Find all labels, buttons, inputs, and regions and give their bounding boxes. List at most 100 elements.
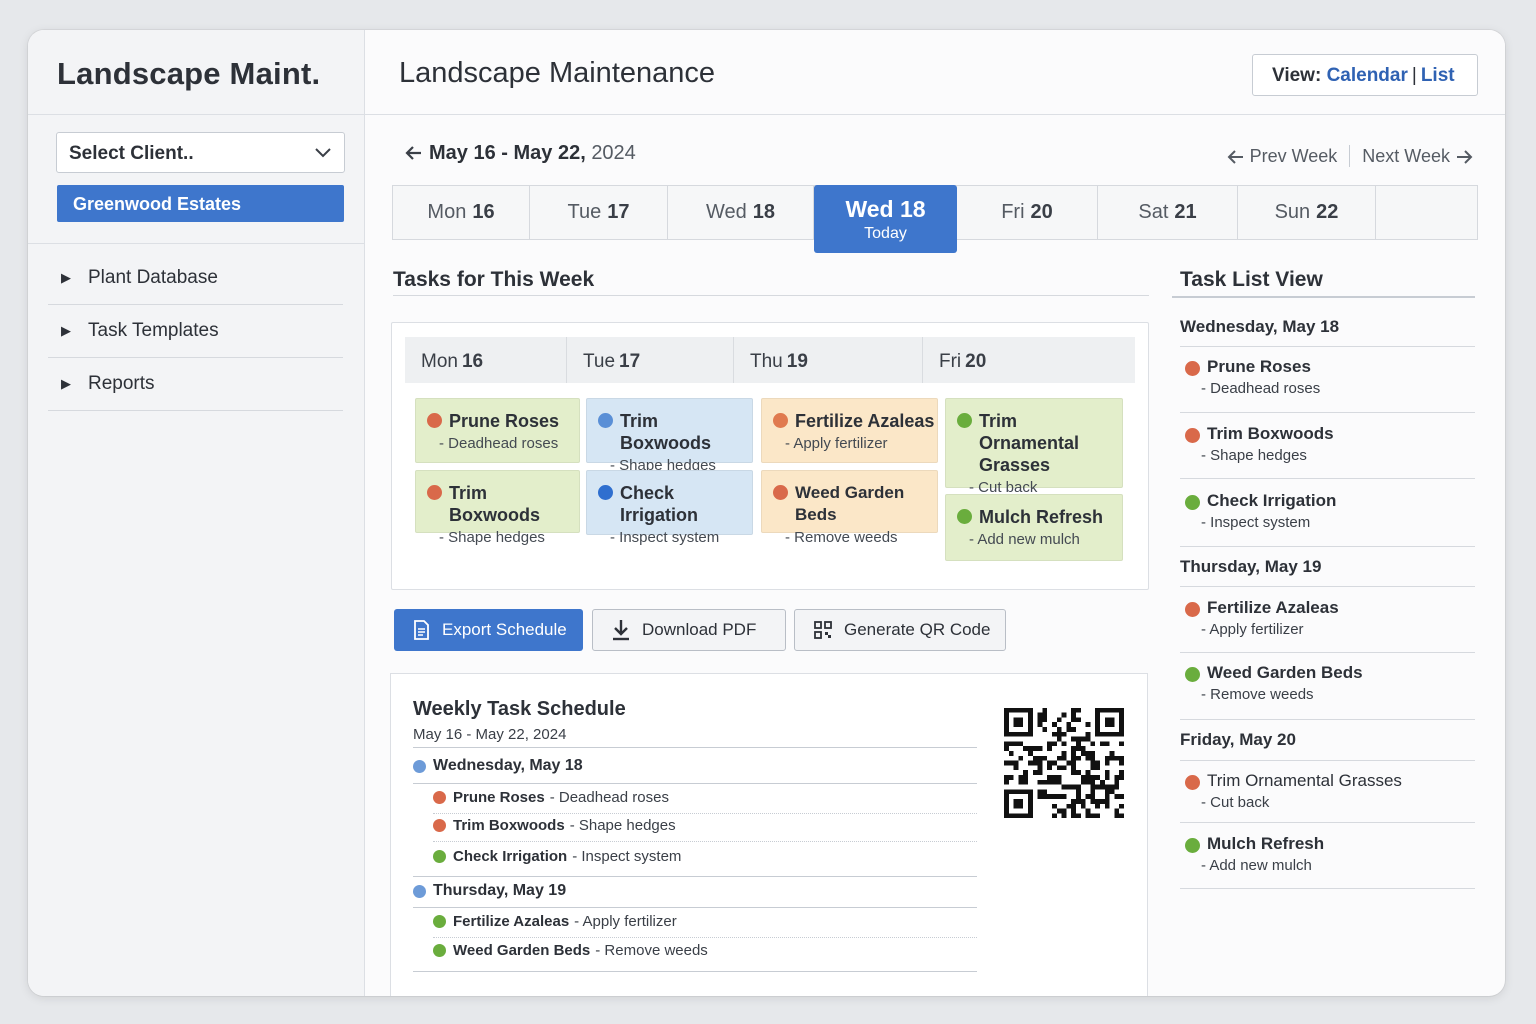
list-rule [1180,478,1475,479]
schedule-rule [413,747,977,748]
schedule-rule [433,841,977,842]
task-card[interactable]: Fertilize Azaleas - Apply fertilizer [761,398,938,463]
week-range-year: 2024 [591,142,636,164]
schedule-day: Wednesday, May 18 [413,757,583,775]
tasks-heading: Tasks for This Week [393,268,595,291]
tab-today[interactable]: Wed 18 Today [814,185,957,253]
tab-wed-18[interactable]: Wed 18 [668,186,814,239]
prev-week-label: Prev Week [1249,145,1338,166]
list-item[interactable]: Fertilize Azaleas - Apply fertilizer [1185,598,1339,638]
sidebar-item-plant-database[interactable]: ▶ Plant Database [48,252,343,305]
tab-day: Fri [1001,201,1025,223]
qr-code-image [1004,707,1124,819]
list-rule [1180,760,1475,761]
client-select[interactable]: Select Client.. [56,132,345,173]
status-dot [427,413,442,428]
task-list-day: Friday, May 20 [1180,730,1296,749]
sidebar-item-label: Plant Database [88,267,218,288]
task-detail: - Deadhead roses [439,435,559,452]
generate-qr-button[interactable]: Generate QR Code [794,609,1006,651]
chevron-down-icon [315,148,331,158]
tab-mon-16[interactable]: Mon 16 [393,186,530,239]
list-item-detail: - Apply fertilizer [1201,621,1304,638]
task-card[interactable]: Trim Ornamental Grasses - Cut back [945,398,1123,496]
download-pdf-label: Download PDF [642,620,757,639]
prev-week-button[interactable]: Prev Week [1227,145,1338,167]
sidebar-divider [28,243,365,244]
tab-sun-22[interactable]: Sun 22 [1238,186,1376,239]
export-schedule-button[interactable]: Export Schedule [394,609,583,651]
week-range-dates: May 16 - May 22, [429,142,586,164]
task-card[interactable]: Mulch Refresh - Add new mulch [945,494,1123,561]
status-dot [598,485,613,500]
list-item[interactable]: Weed Garden Beds - Remove weeds [1185,663,1363,703]
sidebar: Landscape Maint. Select Client.. Greenwo… [28,30,365,996]
list-item[interactable]: Mulch Refresh - Add new mulch [1185,834,1324,874]
view-calendar-link[interactable]: Calendar [1327,65,1408,86]
expand-triangle-icon: ▶ [61,376,71,391]
export-schedule-label: Export Schedule [442,620,567,639]
task-card[interactable]: Weed Garden Beds - Remove weeds [761,470,938,546]
tab-date: 20 [1030,201,1053,223]
status-dot [427,485,442,500]
list-rule [1180,586,1475,587]
task-detail: - Add new mulch [969,531,1080,548]
task-title: Trim Ornamental Grasses [979,411,1080,475]
list-item[interactable]: Check Irrigation - Inspect system [1185,491,1336,531]
task-card[interactable]: Check Irrigation - Inspect system [586,470,753,546]
sidebar-item-reports[interactable]: ▶ Reports [48,358,343,411]
status-dot [1185,602,1200,617]
task-card[interactable]: Trim Boxwoods - Shape hedges [415,470,580,546]
document-icon [414,620,429,640]
tab-today-sub: Today [864,224,907,242]
expand-triangle-icon: ▶ [61,323,71,338]
tab-day: Wed [705,201,747,223]
tab-date: 17 [607,201,630,223]
board-col-tue: Tue 17 [567,337,734,383]
next-week-button[interactable]: Next Week [1362,146,1473,167]
status-dot [1185,495,1200,510]
board-col-thu: Thu 19 [734,337,923,383]
day-dot [413,759,426,773]
qr-code-icon [814,621,832,639]
task-card[interactable]: Trim Boxwoods - Shape hedges [586,398,753,474]
schedule-task: Prune Roses - Deadhead roses [433,789,669,806]
list-item-detail: - Deadhead roses [1201,380,1321,397]
view-toggle: View: Calendar | List [1252,54,1478,96]
tab-sat-21[interactable]: Sat 21 [1098,186,1238,239]
arrow-left-icon[interactable] [405,145,423,161]
tab-tue-17[interactable]: Tue 17 [530,186,668,239]
list-item[interactable]: Trim Ornamental Grasses - Cut back [1185,771,1402,811]
sidebar-item-label: Task Templates [88,320,219,341]
download-pdf-button[interactable]: Download PDF [592,609,786,651]
arrow-right-icon [1457,149,1473,164]
status-dot [598,413,613,428]
list-item-detail: - Shape hedges [1201,447,1307,464]
week-nav: Prev Week Next Week [1227,145,1473,167]
task-card[interactable]: Prune Roses - Deadhead roses [415,398,580,463]
task-title: Weed Garden Beds [795,483,905,524]
view-label: View: [1272,65,1322,86]
arrow-left-icon [1227,149,1243,164]
app-window: Landscape Maint. Select Client.. Greenwo… [28,30,1505,996]
client-item-greenwood-estates[interactable]: Greenwood Estates [57,185,344,222]
app-brand: Landscape Maint. [28,30,364,115]
list-item-detail: - Cut back [1201,794,1270,811]
list-item[interactable]: Prune Roses - Deadhead roses [1185,357,1320,397]
list-item[interactable]: Trim Boxwoods - Shape hedges [1185,424,1334,464]
view-list-link[interactable]: List [1421,65,1455,86]
download-icon [613,620,629,641]
sidebar-item-label: Reports [88,373,155,394]
task-title: Fertilize Azaleas [795,411,935,431]
day-tabs: Mon 16 Tue 17 Wed 18 Wed 18 Today Fri 20 Sat… [392,185,1478,253]
sidebar-nav: ▶ Plant Database ▶ Task Templates ▶ Repo… [48,252,343,411]
tab-date: 18 [752,201,775,223]
sidebar-item-task-templates[interactable]: ▶ Task Templates [48,305,343,358]
task-detail: - Shape hedges [439,529,545,546]
tab-fri-20[interactable]: Fri 20 [957,186,1098,239]
day-dot [413,884,426,898]
section-rule [1172,296,1475,298]
schedule-rule [433,813,977,814]
board-col-mon: Mon 16 [405,337,567,383]
status-dot [773,485,788,500]
